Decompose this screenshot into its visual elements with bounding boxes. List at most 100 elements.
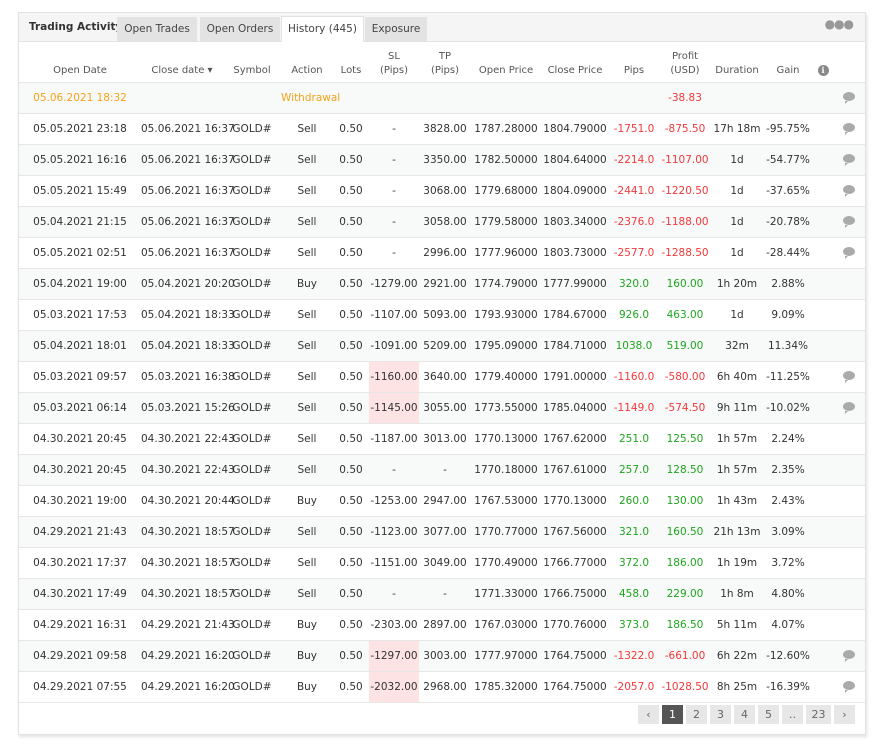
page-5-button[interactable]: 5 bbox=[758, 705, 779, 724]
pips-cell: 373.0 bbox=[609, 609, 659, 641]
close-date-cell: 04.30.2021 20:44 bbox=[141, 485, 235, 517]
col-tp[interactable]: TP (Pips) bbox=[419, 42, 471, 83]
close-price-cell: 1777.99000 bbox=[541, 268, 609, 300]
comment-icon[interactable] bbox=[843, 154, 855, 166]
page-1-button[interactable]: 1 bbox=[662, 705, 683, 724]
lots-cell: 0.50 bbox=[333, 113, 369, 145]
comment-icon[interactable] bbox=[843, 650, 855, 662]
symbol-cell: GOLD# bbox=[223, 423, 281, 455]
tp-cell: 5209.00 bbox=[419, 330, 471, 362]
col-sl[interactable]: SL (Pips) bbox=[369, 42, 419, 83]
action-cell: Sell bbox=[281, 423, 333, 455]
page-2-button[interactable]: 2 bbox=[686, 705, 707, 724]
empty-cell bbox=[141, 82, 223, 114]
open-date-cell: 05.03.2021 09:57 bbox=[19, 361, 141, 393]
open-price-cell: 1773.55000 bbox=[471, 392, 541, 424]
profit-cell: 229.00 bbox=[659, 578, 711, 610]
empty-cell bbox=[813, 361, 833, 393]
comment-cell bbox=[833, 237, 865, 269]
pips-cell: 372.0 bbox=[609, 547, 659, 579]
info-icon[interactable]: i bbox=[817, 65, 829, 76]
close-date-cell: 05.04.2021 20:20 bbox=[141, 268, 235, 300]
duration-cell: 1h 8m bbox=[711, 578, 763, 610]
comment-icon[interactable] bbox=[843, 123, 855, 135]
action-cell: Buy bbox=[281, 485, 333, 517]
gain-cell: 2.88% bbox=[763, 268, 813, 300]
duration-cell: 1d bbox=[711, 299, 763, 331]
empty-cell bbox=[369, 82, 419, 114]
empty-cell bbox=[813, 609, 833, 641]
pips-cell: 260.0 bbox=[609, 485, 659, 517]
tab-exposure[interactable]: Exposure bbox=[365, 17, 427, 41]
more-options-icon[interactable]: ●●● bbox=[825, 17, 854, 31]
page-4-button[interactable]: 4 bbox=[734, 705, 755, 724]
empty-cell bbox=[813, 423, 833, 455]
next-page-button[interactable]: › bbox=[834, 705, 855, 724]
profit-cell: -1188.00 bbox=[659, 206, 711, 238]
history-table: Open Date Close date ▾ Symbol Action Lot… bbox=[19, 42, 865, 703]
symbol-cell: GOLD# bbox=[223, 299, 281, 331]
lots-cell: 0.50 bbox=[333, 578, 369, 610]
open-price-cell: 1779.68000 bbox=[471, 175, 541, 207]
close-price-cell: 1791.00000 bbox=[541, 361, 609, 393]
tab-history[interactable]: History (445) bbox=[281, 16, 364, 42]
col-open-date[interactable]: Open Date bbox=[19, 42, 141, 83]
comment-icon[interactable] bbox=[843, 371, 855, 383]
comment-icon[interactable] bbox=[843, 681, 855, 693]
col-lots[interactable]: Lots bbox=[333, 42, 369, 83]
lots-cell: 0.50 bbox=[333, 671, 369, 703]
table-row: 05.03.2021 06:14 05.03.2021 15:26 GOLD# Sel… bbox=[19, 392, 865, 424]
sl-cell: -1187.00 bbox=[369, 423, 419, 455]
sl-cell: - bbox=[369, 454, 419, 486]
action-cell: Buy bbox=[281, 640, 333, 672]
gain-cell: 2.35% bbox=[763, 454, 813, 486]
col-close-date[interactable]: Close date ▾ bbox=[141, 42, 223, 83]
symbol-cell: GOLD# bbox=[223, 268, 281, 300]
comment-icon[interactable] bbox=[843, 402, 855, 414]
open-price-cell: 1793.93000 bbox=[471, 299, 541, 331]
profit-cell: -1028.50 bbox=[659, 671, 711, 703]
close-date-cell: 04.30.2021 18:57 bbox=[141, 578, 235, 610]
tp-cell: 3013.00 bbox=[419, 423, 471, 455]
comment-cell bbox=[833, 578, 865, 610]
profit-cell: 128.50 bbox=[659, 454, 711, 486]
close-date-cell: 04.30.2021 18:57 bbox=[141, 516, 235, 548]
open-price-cell: 1779.58000 bbox=[471, 206, 541, 238]
table-row: 04.29.2021 21:43 04.30.2021 18:57 GOLD# Sel… bbox=[19, 516, 865, 548]
page-23-button[interactable]: 23 bbox=[806, 705, 831, 724]
empty-cell bbox=[763, 82, 813, 114]
col-symbol[interactable]: Symbol bbox=[223, 42, 281, 83]
table-row: 05.03.2021 09:57 05.03.2021 16:38 GOLD# Sel… bbox=[19, 361, 865, 393]
empty-cell bbox=[711, 82, 763, 114]
profit-cell: -580.00 bbox=[659, 361, 711, 393]
col-open-price[interactable]: Open Price bbox=[471, 42, 541, 83]
duration-cell: 1h 20m bbox=[711, 268, 763, 300]
comment-icon[interactable] bbox=[843, 92, 855, 104]
withdrawal-date: 05.06.2021 18:32 bbox=[19, 82, 141, 114]
page-3-button[interactable]: 3 bbox=[710, 705, 731, 724]
pips-cell: -1322.0 bbox=[609, 640, 659, 672]
gain-cell: -20.78% bbox=[763, 206, 813, 238]
col-duration[interactable]: Duration bbox=[711, 42, 763, 83]
open-date-cell: 04.30.2021 19:00 bbox=[19, 485, 141, 517]
sl-cell: - bbox=[369, 175, 419, 207]
open-date-cell: 05.05.2021 15:49 bbox=[19, 175, 141, 207]
col-close-price[interactable]: Close Price bbox=[541, 42, 609, 83]
comment-icon[interactable] bbox=[843, 247, 855, 259]
col-pips[interactable]: Pips bbox=[609, 42, 659, 83]
open-date-cell: 04.30.2021 17:49 bbox=[19, 578, 141, 610]
table-row: 05.05.2021 02:51 05.06.2021 16:37 GOLD# Sel… bbox=[19, 237, 865, 269]
tp-cell: 3003.00 bbox=[419, 640, 471, 672]
open-date-cell: 05.04.2021 19:00 bbox=[19, 268, 141, 300]
open-date-cell: 05.05.2021 02:51 bbox=[19, 237, 141, 269]
tab-open-orders[interactable]: Open Orders bbox=[200, 17, 280, 41]
col-gain[interactable]: Gain bbox=[763, 42, 813, 83]
col-action[interactable]: Action bbox=[281, 42, 333, 83]
prev-page-button[interactable]: ‹ bbox=[638, 705, 659, 724]
col-profit[interactable]: Profit (USD) bbox=[659, 42, 711, 83]
comment-icon[interactable] bbox=[843, 216, 855, 228]
comment-icon[interactable] bbox=[843, 185, 855, 197]
tab-open-trades[interactable]: Open Trades bbox=[117, 17, 197, 41]
open-date-cell: 05.04.2021 18:01 bbox=[19, 330, 141, 362]
sl-cell: - bbox=[369, 237, 419, 269]
